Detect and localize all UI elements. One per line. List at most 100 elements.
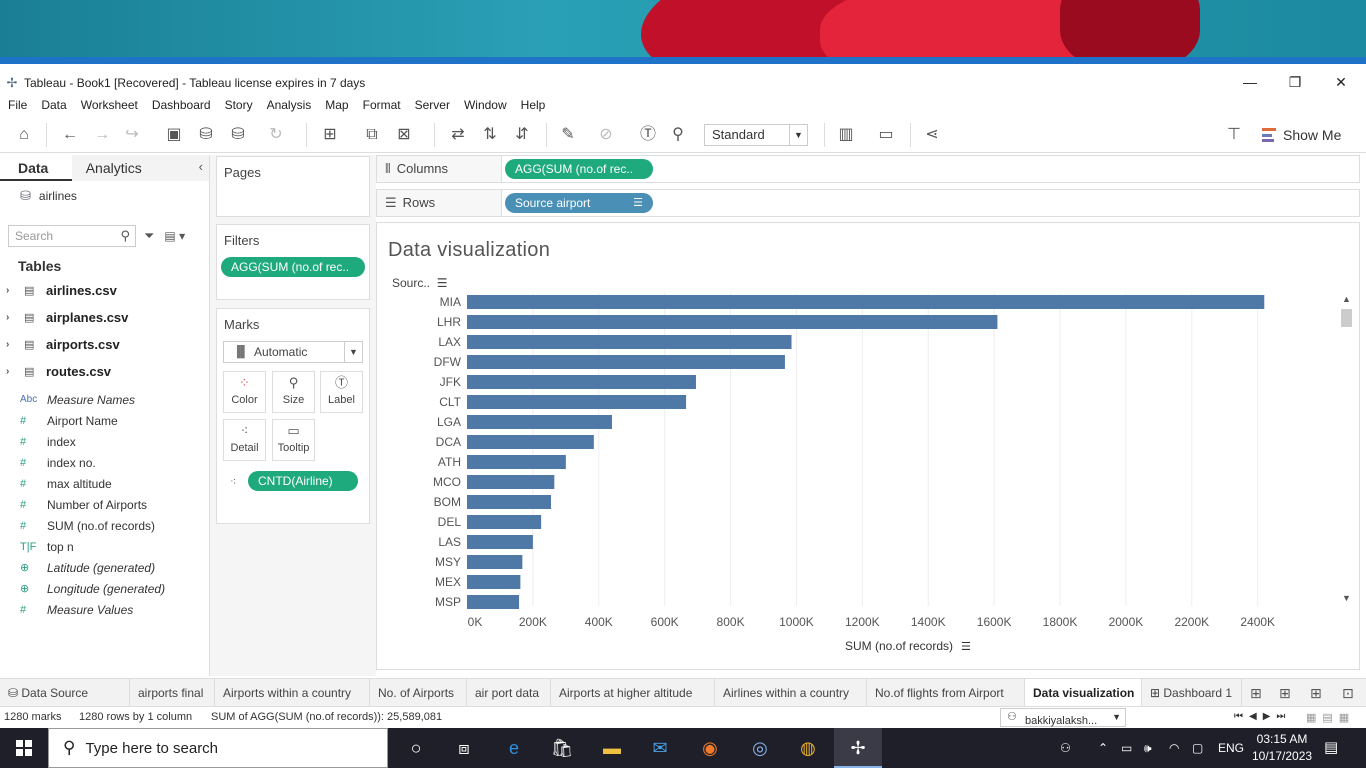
pause-updates-icon[interactable]: ⛁	[226, 125, 250, 145]
menu-worksheet[interactable]: Worksheet	[81, 98, 138, 112]
search-input[interactable]: Search ⚲	[8, 225, 136, 247]
volume-icon[interactable]: 🕪	[1144, 728, 1152, 768]
columns-shelf[interactable]: ⦀ Columns AGG(SUM (no.of rec..	[376, 155, 1360, 183]
pages-card[interactable]: Pages	[216, 156, 370, 217]
table-item[interactable]: › ▤ airports.csv	[0, 331, 209, 358]
tab-sheet[interactable]: Airlines within a country	[715, 679, 867, 707]
tab-sheet[interactable]: Airports within a country	[215, 679, 370, 707]
color-button[interactable]: ⁘ Color	[223, 371, 266, 413]
field-item[interactable]: # max altitude	[0, 473, 209, 494]
minimize-button[interactable]: —	[1227, 71, 1273, 95]
tab-data-source[interactable]: ⛁ Data Source	[0, 679, 130, 707]
collapse-pane-icon[interactable]: ‹	[199, 159, 203, 174]
tray-expand-icon[interactable]: ⌃	[1098, 728, 1108, 768]
menu-format[interactable]: Format	[363, 98, 401, 112]
chrome-icon[interactable]: ◍	[784, 728, 832, 768]
menu-help[interactable]: Help	[521, 98, 546, 112]
highlight-icon[interactable]: ✎	[556, 125, 580, 145]
tableau-taskbar-icon[interactable]: ✢	[834, 728, 882, 768]
field-item[interactable]: ⊕ Longitude (generated)	[0, 578, 209, 599]
sort-ascending-icon[interactable]: ⇅	[478, 125, 502, 145]
field-item[interactable]: ⊕ Latitude (generated)	[0, 557, 209, 578]
table-item[interactable]: › ▤ airplanes.csv	[0, 304, 209, 331]
user-dropdown[interactable]: ⚇ bakkiyalaksh... ▼	[1000, 708, 1126, 727]
fit-dropdown[interactable]: Standard ▼	[704, 124, 808, 146]
task-view-icon[interactable]: ⧈	[440, 728, 488, 768]
save-icon[interactable]: ▣	[162, 125, 186, 145]
new-worksheet-tab-icon[interactable]: ⊞	[1250, 685, 1262, 702]
edge-icon[interactable]: e	[490, 728, 538, 768]
menu-dashboard[interactable]: Dashboard	[152, 98, 211, 112]
people-icon[interactable]: ⚇	[1060, 728, 1071, 768]
table-item[interactable]: › ▤ airlines.csv	[0, 277, 209, 304]
presentation-mode-icon[interactable]: ▭	[874, 125, 898, 145]
sheet-view-toggle[interactable]: ▦▤▦	[1306, 711, 1355, 724]
marks-detail-pill[interactable]: CNTD(Airline)	[248, 471, 358, 491]
wifi-icon[interactable]: ◠	[1169, 728, 1179, 768]
tab-sheet-active[interactable]: Data visualization	[1025, 679, 1142, 707]
sheet-navigation[interactable]: ⏮◀▶⏭	[1234, 711, 1291, 722]
file-explorer-icon[interactable]: ▬	[588, 728, 636, 768]
menu-server[interactable]: Server	[415, 98, 450, 112]
mark-type-dropdown[interactable]: ▐▌ Automatic ▼	[223, 341, 363, 363]
tooltip-button[interactable]: ▭ Tooltip	[272, 419, 315, 461]
rows-pill[interactable]: Source airport ☰	[505, 193, 653, 213]
duplicate-sheet-icon[interactable]: ⧉	[360, 125, 384, 145]
tab-analytics[interactable]: Analytics	[71, 155, 209, 181]
tab-sheet[interactable]: airports final	[130, 679, 215, 707]
menu-map[interactable]: Map	[325, 98, 348, 112]
field-item[interactable]: Abc Measure Names	[0, 389, 209, 410]
swap-rows-columns-icon[interactable]: ⇄	[446, 125, 470, 145]
new-dashboard-tab-icon[interactable]: ⊞	[1279, 685, 1291, 702]
menu-window[interactable]: Window	[464, 98, 507, 112]
start-button[interactable]	[0, 728, 48, 768]
field-item[interactable]: # Number of Airports	[0, 494, 209, 515]
pin-axes-icon[interactable]: ⚲	[666, 125, 690, 145]
store-icon[interactable]: 🛍	[538, 728, 586, 768]
field-item[interactable]: T|F top n	[0, 536, 209, 557]
redo-icon[interactable]: →	[90, 125, 114, 145]
columns-pill[interactable]: AGG(SUM (no.of rec..	[505, 159, 653, 179]
vertical-scrollbar[interactable]: ▲ ▼	[1340, 293, 1353, 605]
restore-button[interactable]: ❐	[1272, 71, 1318, 95]
refresh-icon[interactable]: ↻	[264, 125, 288, 145]
show-cards-icon[interactable]: ▥	[834, 125, 858, 145]
detail-button[interactable]: ⁖ Detail	[223, 419, 266, 461]
new-datasource-icon[interactable]: ⛁	[194, 125, 218, 145]
filters-card[interactable]: Filters AGG(SUM (no.of rec..	[216, 224, 370, 300]
taskbar-search[interactable]: ⚲ Type here to search	[48, 728, 388, 768]
undo-icon[interactable]: ←	[58, 125, 82, 145]
filter-icon[interactable]: ⏷	[144, 228, 154, 244]
notification-icon[interactable]: ▤	[1324, 728, 1338, 768]
clear-sheet-icon[interactable]: ⊠	[392, 125, 416, 145]
tab-sheet[interactable]: Airports at higher altitude	[551, 679, 715, 707]
field-item[interactable]: # Airport Name	[0, 410, 209, 431]
menu-file[interactable]: File	[8, 98, 27, 112]
menu-analysis[interactable]: Analysis	[267, 98, 312, 112]
table-item[interactable]: › ▤ routes.csv	[0, 358, 209, 385]
mail-icon[interactable]: ✉	[636, 728, 684, 768]
field-item[interactable]: # SUM (no.of records)	[0, 515, 209, 536]
close-button[interactable]: ✕	[1318, 71, 1364, 95]
group-icon[interactable]: ⊘	[594, 125, 618, 145]
show-labels-icon[interactable]: Ⓣ	[636, 125, 660, 145]
field-item[interactable]: # index no.	[0, 452, 209, 473]
chrome-alt-icon[interactable]: ◎	[736, 728, 784, 768]
language-indicator[interactable]: ENG	[1218, 728, 1244, 768]
display-icon[interactable]: ▢	[1192, 728, 1203, 768]
rows-shelf[interactable]: ☰ Rows Source airport ☰	[376, 189, 1360, 217]
share-icon[interactable]: ⋖	[920, 125, 944, 145]
sort-descending-icon[interactable]: ⇵	[510, 125, 534, 145]
filter-pill[interactable]: AGG(SUM (no.of rec..	[221, 257, 365, 277]
scrollbar-thumb[interactable]	[1341, 309, 1352, 327]
scroll-down-icon[interactable]: ▼	[1340, 592, 1353, 605]
firefox-icon[interactable]: ◉	[686, 728, 734, 768]
size-button[interactable]: ⚲ Size	[272, 371, 315, 413]
clock[interactable]: 03:15 AM 10/17/2023	[1252, 731, 1312, 765]
view-options-icon[interactable]: ▤ ▾	[164, 229, 185, 243]
replay-icon[interactable]: ↪	[120, 125, 144, 145]
tab-sheet[interactable]: air port data	[467, 679, 551, 707]
cortana-icon[interactable]: ○	[392, 728, 440, 768]
new-worksheet-icon[interactable]: ⊞	[318, 125, 342, 145]
tab-dashboard[interactable]: ⊞ Dashboard 1	[1142, 679, 1242, 707]
